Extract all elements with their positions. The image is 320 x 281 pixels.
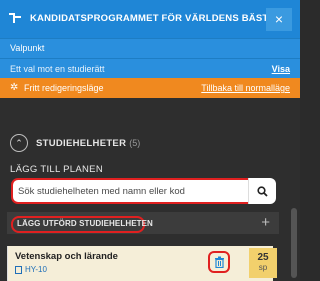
trash-icon bbox=[214, 256, 224, 268]
back-to-normal-link[interactable]: Tillbaka till normalläge bbox=[201, 83, 290, 93]
course-card[interactable]: Vetenskap och lärande HY-10 bbox=[7, 246, 273, 281]
studyright-text: Ett val mot en studierätt bbox=[10, 64, 105, 74]
valpunkt-label: Valpunkt bbox=[10, 43, 45, 53]
search-field-container bbox=[11, 178, 275, 204]
chevron-up-icon[interactable]: ⌃ bbox=[10, 134, 28, 152]
delete-button[interactable] bbox=[208, 251, 230, 273]
course-code-link[interactable]: HY-10 bbox=[15, 265, 47, 274]
course-name: Vetenskap och lärande bbox=[15, 251, 118, 262]
logo-icon bbox=[9, 13, 21, 23]
search-input[interactable] bbox=[18, 184, 238, 198]
valpunkt-row: Valpunkt bbox=[0, 38, 300, 58]
credits-unit: sp bbox=[258, 263, 268, 272]
edit-mode-bar: ✲ Fritt redigeringsläge Tillbaka till no… bbox=[0, 78, 300, 98]
document-icon bbox=[15, 265, 22, 274]
plus-icon[interactable]: + bbox=[261, 214, 270, 231]
close-button[interactable]: × bbox=[266, 8, 292, 31]
edit-mode-text: Fritt redigeringsläge bbox=[24, 83, 104, 93]
add-to-plan-label: LÄGG TILL PLANEN bbox=[10, 164, 103, 175]
add-completed-label: LÄGG UTFÖRD STUDIEHELHETEN bbox=[17, 219, 153, 228]
search-icon bbox=[257, 185, 268, 197]
credits-badge: 25 sp bbox=[249, 248, 277, 278]
course-code: HY-10 bbox=[25, 265, 47, 274]
credits-value: 25 bbox=[257, 252, 269, 263]
scrollbar[interactable] bbox=[291, 208, 297, 278]
add-completed-row[interactable]: LÄGG UTFÖRD STUDIEHELHETEN + bbox=[7, 212, 279, 234]
close-icon: × bbox=[274, 11, 284, 27]
program-title: KANDIDATSPROGRAMMET FÖR VÄRLDENS BÄSTA bbox=[30, 13, 275, 24]
section-count: (5) bbox=[129, 138, 141, 148]
section-title: STUDIEHELHETER bbox=[36, 137, 127, 149]
studyright-row: Ett val mot en studierätt Visa bbox=[0, 58, 300, 78]
visa-link[interactable]: Visa bbox=[272, 64, 290, 74]
section-header[interactable]: ⌃ STUDIEHELHETER (5) bbox=[10, 134, 140, 152]
app-header: KANDIDATSPROGRAMMET FÖR VÄRLDENS BÄSTA × bbox=[0, 0, 300, 38]
search-button[interactable] bbox=[248, 178, 276, 204]
edit-mode-icon: ✲ bbox=[10, 82, 19, 93]
